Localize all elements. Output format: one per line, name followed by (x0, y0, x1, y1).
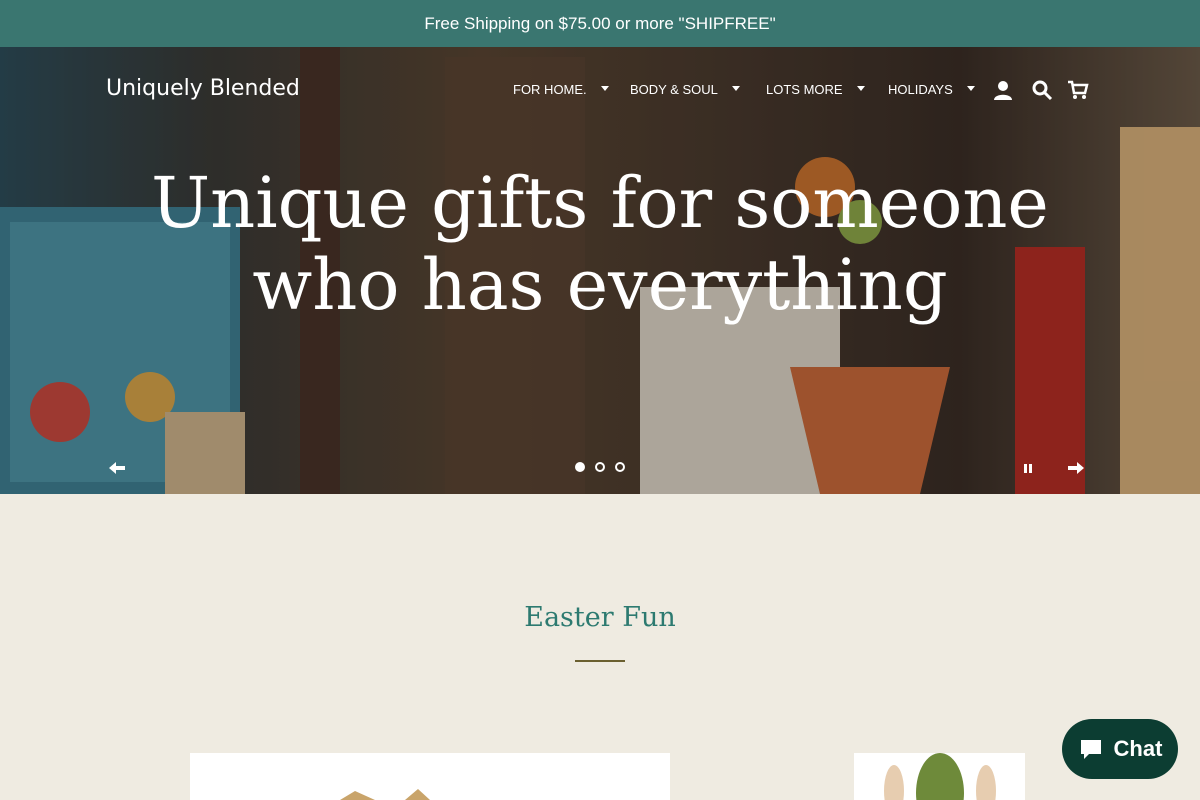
search-icon[interactable] (1030, 78, 1054, 102)
account-icon[interactable] (991, 78, 1015, 102)
nav-label: LOTS MORE (766, 82, 843, 97)
nav-for-home[interactable]: FOR HOME. (513, 82, 609, 97)
previous-arrow-icon[interactable] (107, 458, 127, 478)
nav-holidays[interactable]: HOLIDAYS (888, 82, 975, 97)
slide-dot-2[interactable] (595, 462, 605, 472)
product-card[interactable] (190, 753, 670, 800)
chat-bubble-icon (1080, 740, 1101, 759)
chat-button[interactable]: Chat (1062, 719, 1178, 779)
next-arrow-icon[interactable] (1066, 458, 1086, 478)
cart-icon[interactable] (1066, 78, 1090, 102)
title-divider (575, 660, 625, 662)
pause-icon[interactable] (1018, 458, 1038, 478)
chevron-down-icon (600, 86, 609, 91)
chevron-down-icon (731, 86, 740, 91)
product-card[interactable] (854, 753, 1025, 800)
announcement-bar: Free Shipping on $75.00 or more "SHIPFRE… (0, 0, 1200, 47)
hero-headline-line-2: who has everything (252, 244, 948, 326)
nav-label: BODY & SOUL (630, 82, 718, 97)
nav-label: FOR HOME. (513, 82, 587, 97)
slide-dot-3[interactable] (615, 462, 625, 472)
hero-headline-line-1: Unique gifts for someone (151, 162, 1049, 244)
announcement-text: Free Shipping on $75.00 or more "SHIPFRE… (424, 13, 776, 33)
site-logo[interactable]: Uniquely Blended (106, 76, 300, 101)
section-title: Easter Fun (524, 602, 676, 633)
slide-dot-1[interactable] (575, 462, 585, 472)
nav-body-and-soul[interactable]: BODY & SOUL (630, 82, 740, 97)
hero-headline: Unique gifts for someone who has everyth… (100, 162, 1100, 326)
chat-label: Chat (1113, 736, 1163, 761)
nav-lots-more[interactable]: LOTS MORE (766, 82, 865, 97)
nav-label: HOLIDAYS (888, 82, 953, 97)
chevron-down-icon (856, 86, 865, 91)
chevron-down-icon (966, 86, 975, 91)
